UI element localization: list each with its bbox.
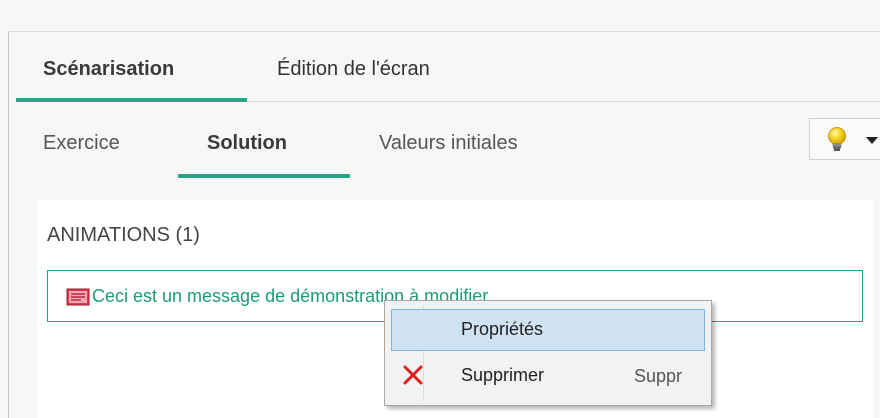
tab-solution[interactable]: Solution [207, 132, 287, 155]
context-menu: Propriétés Supprimer Suppr [384, 300, 712, 406]
hint-dropdown-button[interactable] [809, 118, 880, 160]
sub-tab-bar: Exercice Solution Valeurs initiales [9, 104, 880, 184]
caret-down-icon [866, 137, 878, 144]
tab-bar-divider [247, 101, 880, 102]
delete-icon [403, 365, 423, 385]
menu-item-label: Supprimer [461, 365, 545, 385]
main-tab-bar: Scénarisation Édition de l'écran [9, 32, 880, 104]
tab-valeurs-initiales[interactable]: Valeurs initiales [379, 132, 518, 155]
menu-item-label: Propriétés [461, 319, 544, 339]
menu-item-proprietes[interactable]: Propriétés [391, 309, 705, 351]
tab-scenarisation[interactable]: Scénarisation [43, 58, 174, 81]
tab-edition-ecran[interactable]: Édition de l'écran [277, 58, 430, 81]
message-icon [66, 288, 90, 306]
active-subtab-indicator [178, 174, 350, 178]
panel-title: ANIMATIONS (1) [47, 224, 200, 246]
menu-item-shortcut: Suppr [634, 366, 683, 386]
lightbulb-icon [828, 127, 846, 151]
tab-exercice[interactable]: Exercice [43, 132, 120, 155]
window-top-strip [0, 0, 880, 32]
menu-item-supprimer[interactable]: Supprimer Suppr [391, 355, 705, 397]
active-tab-indicator [16, 98, 247, 102]
